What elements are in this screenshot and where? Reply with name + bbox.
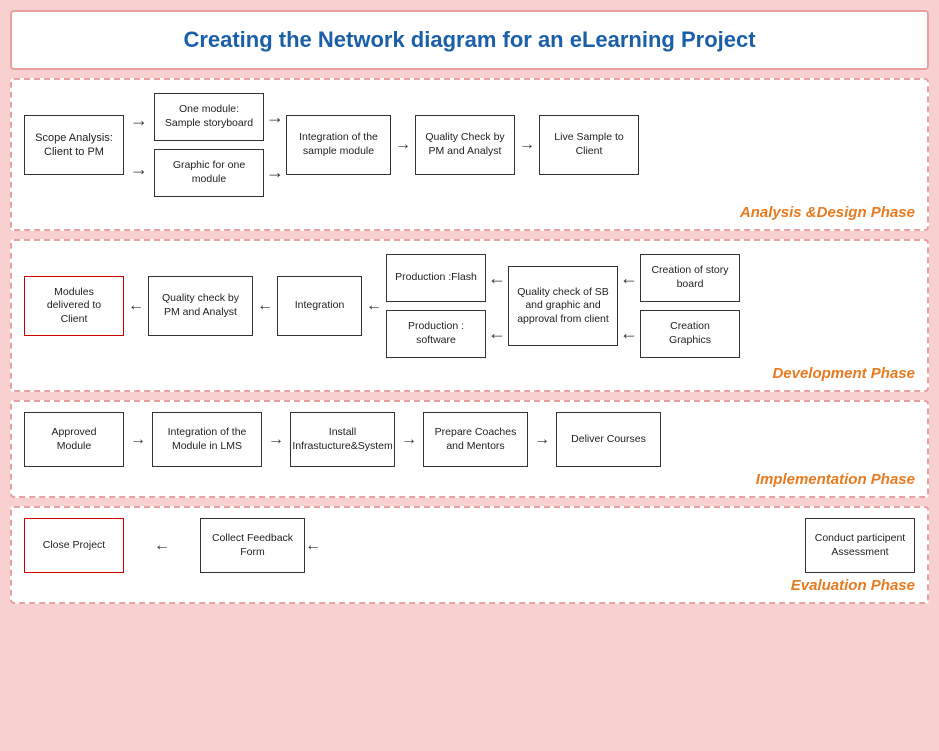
arrow-app-lms (130, 431, 146, 449)
page-title: Creating the Network diagram for an eLea… (183, 27, 755, 52)
phase3-flow: Approved Module Integration of the Modul… (24, 412, 915, 467)
phase2-flow: Modules delivered to Client Quality chec… (24, 251, 915, 361)
node-storyboard2: Creation of story board (640, 254, 740, 302)
node-modules: Modules delivered to Client (24, 276, 124, 336)
title-box: Creating the Network diagram for an eLea… (10, 10, 929, 70)
phase1-label: Analysis &Design Phase (24, 204, 915, 221)
node-quality: Quality Check by PM and Analyst (415, 115, 515, 175)
phase1-section: Scope Analysis: Client to PM → → One mod… (10, 78, 929, 231)
phase1-flow: Scope Analysis: Client to PM → → One mod… (24, 90, 915, 200)
node-approved: Approved Module (24, 412, 124, 467)
arrow-mod-qual (128, 297, 144, 315)
arrows-creation-qual: ← ← (620, 251, 638, 361)
node-software: Production : software (386, 310, 486, 358)
node-lms: Integration of the Module in LMS (152, 412, 262, 467)
phase4-flow: Close Project Collect Feedback Form Cond… (24, 518, 915, 573)
node-deliver: Deliver Courses (556, 412, 661, 467)
arrow-int-prod (366, 297, 382, 315)
node-close: Close Project (24, 518, 124, 573)
node-graphic: Graphic for one module (154, 149, 264, 197)
arrow-lms-install (268, 431, 284, 449)
creation-group: Creation of story board Creation Graphic… (640, 254, 740, 358)
phase4-label: Evaluation Phase (24, 577, 915, 594)
arrows-prod-qual: ← ← (488, 251, 506, 361)
node-quality-sb: Quality check of SB and graphic and appr… (508, 266, 618, 346)
fork-group-1: One module: Sample storyboard Graphic fo… (154, 93, 264, 197)
prod-group: Production :Flash Production : software (386, 254, 486, 358)
arrows-to-integration: → → (266, 90, 284, 200)
arrow-qual-int (257, 297, 273, 315)
phase4-section: Close Project Collect Feedback Form Cond… (10, 506, 929, 604)
arrow-int-qual (395, 136, 411, 154)
arrow-close-collect (154, 537, 170, 555)
node-coaches: Prepare Coaches and Mentors (423, 412, 528, 467)
arrow-qual-live (519, 136, 535, 154)
arrow-collect-conduct (305, 537, 321, 555)
phase2-section: Modules delivered to Client Quality chec… (10, 239, 929, 392)
fork-arrows-1: → → (128, 110, 150, 180)
node-scope: Scope Analysis: Client to PM (24, 115, 124, 175)
node-collect: Collect Feedback Form (200, 518, 305, 573)
arrow-install-coaches (401, 431, 417, 449)
node-conduct: Conduct participent Assessment (805, 518, 915, 573)
node-live: Live Sample to Client (539, 115, 639, 175)
node-quality2: Quality check by PM and Analyst (148, 276, 253, 336)
node-install: Install Infrastucture&System (290, 412, 395, 467)
phase2-label: Development Phase (24, 365, 915, 382)
main-container: Creating the Network diagram for an eLea… (0, 0, 939, 622)
phase3-label: Implementation Phase (24, 471, 915, 488)
node-graphics: Creation Graphics (640, 310, 740, 358)
phase3-section: Approved Module Integration of the Modul… (10, 400, 929, 498)
node-integration2: Integration (277, 276, 362, 336)
node-storyboard: One module: Sample storyboard (154, 93, 264, 141)
node-integration: Integration of the sample module (286, 115, 391, 175)
node-flash: Production :Flash (386, 254, 486, 302)
arrow-coaches-deliver (534, 431, 550, 449)
